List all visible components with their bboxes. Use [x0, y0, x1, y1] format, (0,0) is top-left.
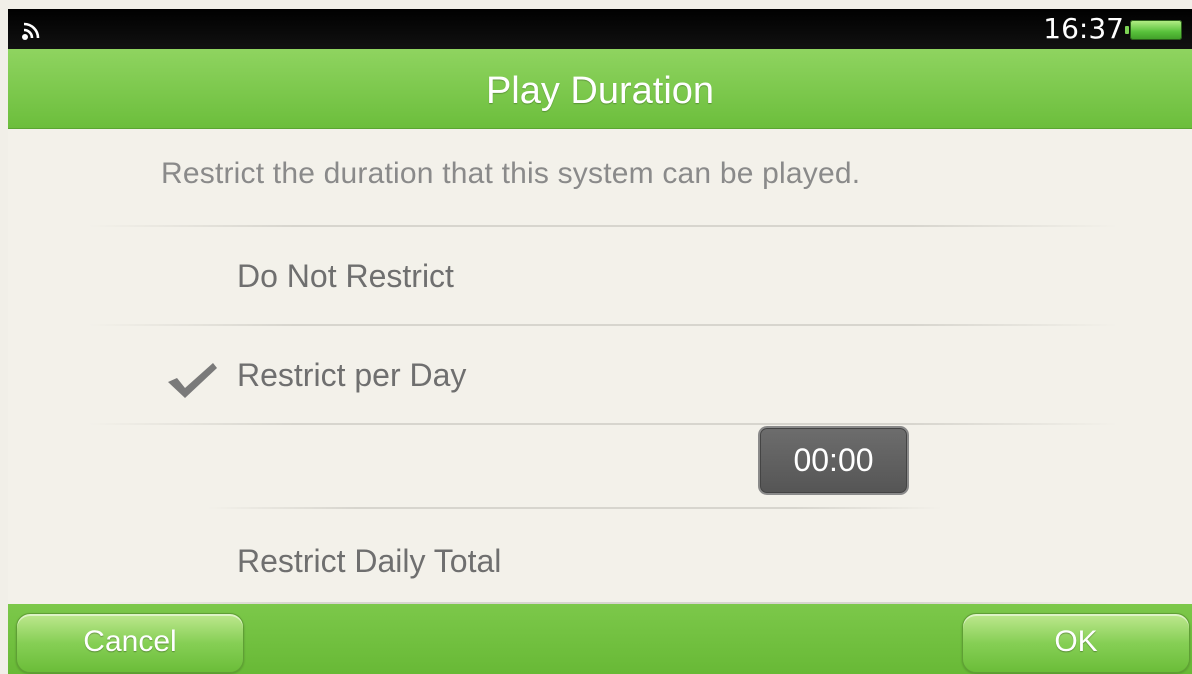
divider [88, 423, 1118, 425]
option-restrict-per-day[interactable]: Restrict per Day [8, 326, 1192, 423]
title-bar: Play Duration [8, 49, 1192, 129]
wifi-icon [22, 22, 40, 40]
status-bar: 16:37 [8, 9, 1192, 49]
page-title: Play Duration [485, 70, 715, 112]
screen: 16:37 Play Duration Restrict the duratio… [8, 9, 1192, 674]
bottom-bar: Cancel OK [8, 604, 1192, 674]
option-restrict-daily-total[interactable]: Restrict Daily Total [8, 512, 1192, 609]
divider [208, 507, 942, 509]
ok-button[interactable]: OK [962, 613, 1190, 673]
option-label: Restrict per Day [237, 357, 467, 393]
time-picker-button[interactable]: 00:00 [758, 426, 909, 495]
option-do-not-restrict[interactable]: Do Not Restrict [8, 227, 1192, 324]
description-text: Restrict the duration that this system c… [161, 157, 861, 190]
option-label: Do Not Restrict [237, 258, 454, 294]
cancel-button[interactable]: Cancel [16, 613, 244, 673]
clock: 16:37 [1043, 12, 1124, 45]
option-label: Restrict Daily Total [237, 543, 502, 579]
content-area: Restrict the duration that this system c… [8, 129, 1192, 604]
battery-icon [1125, 20, 1182, 40]
checkmark-icon [168, 363, 217, 398]
